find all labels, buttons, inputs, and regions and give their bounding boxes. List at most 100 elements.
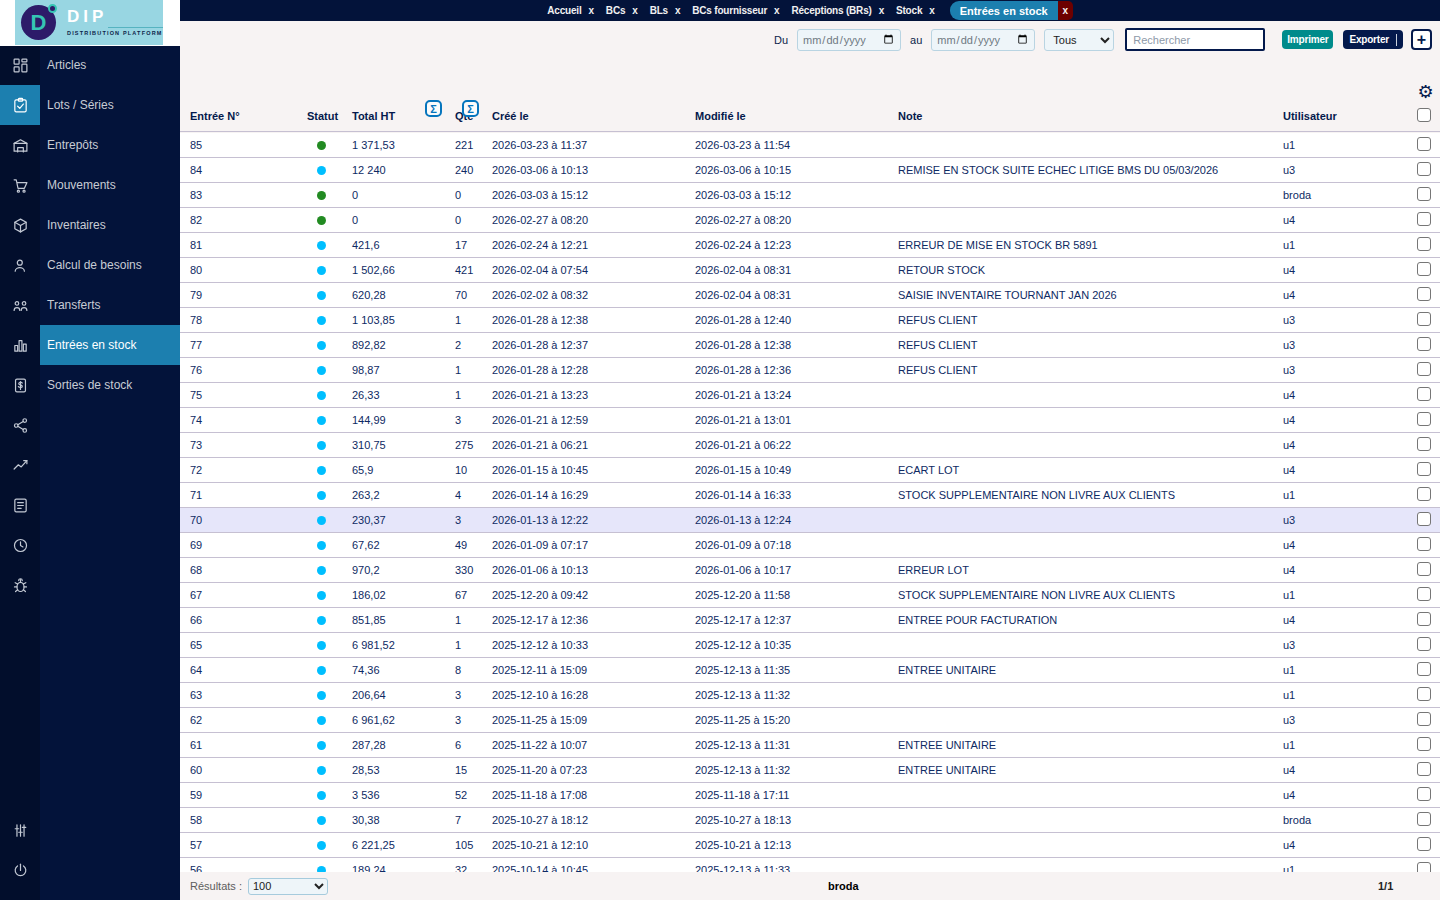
row-checkbox[interactable]	[1417, 287, 1431, 301]
tab-close-icon[interactable]: x	[675, 5, 680, 16]
row-checkbox[interactable]	[1417, 812, 1431, 826]
row-checkbox[interactable]	[1417, 512, 1431, 526]
sidebar-item[interactable]: Mouvements	[40, 165, 180, 205]
row-checkbox[interactable]	[1417, 687, 1431, 701]
print-button[interactable]: Imprimer	[1282, 30, 1333, 49]
sum-total-button[interactable]: Σ	[425, 100, 442, 117]
table-row[interactable]: 8412 2402402026-03-06 à 10:132026-03-06 …	[180, 158, 1440, 183]
sidebar-item[interactable]: Lots / Séries	[40, 85, 180, 125]
col-status[interactable]: Statut	[307, 110, 352, 122]
table-row[interactable]: 6967,62492026-01-09 à 07:172026-01-09 à …	[180, 533, 1440, 558]
table-row[interactable]: 66851,8512025-12-17 à 12:362025-12-17 à …	[180, 608, 1440, 633]
search-input[interactable]	[1125, 28, 1265, 51]
table-row[interactable]: 7526,3312026-01-21 à 13:232026-01-21 à 1…	[180, 383, 1440, 408]
table-row[interactable]: 70230,3732026-01-13 à 12:222026-01-13 à …	[180, 508, 1440, 533]
col-modified[interactable]: Modifié le	[695, 110, 898, 122]
type-select[interactable]: Tous	[1044, 29, 1114, 51]
row-checkbox[interactable]	[1417, 562, 1431, 576]
row-checkbox[interactable]	[1417, 637, 1431, 651]
add-button[interactable]: +	[1411, 29, 1432, 50]
row-checkbox[interactable]	[1417, 462, 1431, 476]
table-row[interactable]: 74144,9932026-01-21 à 12:592026-01-21 à …	[180, 408, 1440, 433]
tab-close-icon[interactable]: x	[588, 5, 593, 16]
row-checkbox[interactable]	[1417, 312, 1431, 326]
col-note[interactable]: Note	[898, 110, 1283, 122]
row-checkbox[interactable]	[1417, 662, 1431, 676]
tab[interactable]: Réceptions (BRs)x	[791, 5, 884, 16]
row-checkbox[interactable]	[1417, 762, 1431, 776]
select-all-checkbox[interactable]	[1417, 108, 1431, 122]
table-row[interactable]: 5830,3872025-10-27 à 18:122025-10-27 à 1…	[180, 808, 1440, 833]
tab[interactable]: BLsx	[650, 5, 681, 16]
tab[interactable]: Stockx	[896, 5, 935, 16]
row-checkbox[interactable]	[1417, 837, 1431, 851]
table-row[interactable]: 82002026-02-27 à 08:202026-02-27 à 08:20…	[180, 208, 1440, 233]
tab[interactable]: BCs fournisseurx	[692, 5, 779, 16]
settings-icon[interactable]	[0, 810, 40, 850]
row-checkbox[interactable]	[1417, 187, 1431, 201]
history-icon[interactable]	[0, 525, 40, 565]
tab-close-icon[interactable]: x	[879, 5, 884, 16]
table-row[interactable]: 6028,53152025-11-20 à 07:232025-12-13 à …	[180, 758, 1440, 783]
row-checkbox[interactable]	[1417, 612, 1431, 626]
row-checkbox[interactable]	[1417, 387, 1431, 401]
table-row[interactable]: 801 502,664212026-02-04 à 07:542026-02-0…	[180, 258, 1440, 283]
row-checkbox[interactable]	[1417, 537, 1431, 551]
col-created[interactable]: Créé le	[492, 110, 695, 122]
transfers-icon[interactable]	[0, 285, 40, 325]
sidebar-item[interactable]: Calcul de besoins	[40, 245, 180, 285]
table-row[interactable]: 656 981,5212025-12-12 à 10:332025-12-12 …	[180, 633, 1440, 658]
date-to-input[interactable]	[931, 29, 1035, 51]
sidebar-item[interactable]: Inventaires	[40, 205, 180, 245]
table-row[interactable]: 6474,3682025-12-11 à 15:092025-12-13 à 1…	[180, 658, 1440, 683]
table-row[interactable]: 73310,752752026-01-21 à 06:212026-01-21 …	[180, 433, 1440, 458]
tab-active[interactable]: Entrées en stockx	[950, 1, 1073, 20]
row-checkbox[interactable]	[1417, 737, 1431, 751]
table-row[interactable]: 851 371,532212026-03-23 à 11:372026-03-2…	[180, 133, 1440, 158]
package-icon[interactable]	[0, 205, 40, 245]
tab-close-icon[interactable]: x	[929, 5, 934, 16]
row-checkbox[interactable]	[1417, 437, 1431, 451]
table-row[interactable]: 781 103,8512026-01-28 à 12:382026-01-28 …	[180, 308, 1440, 333]
tab[interactable]: Accueilx	[547, 5, 594, 16]
sidebar-item[interactable]: Entrées en stock	[40, 325, 180, 365]
row-checkbox[interactable]	[1417, 162, 1431, 176]
cart-icon[interactable]	[0, 165, 40, 205]
col-user[interactable]: Utilisateur	[1283, 110, 1410, 122]
row-checkbox[interactable]	[1417, 712, 1431, 726]
table-row[interactable]: 593 536522025-11-18 à 17:082025-11-18 à …	[180, 783, 1440, 808]
lots-icon[interactable]	[0, 85, 40, 125]
sidebar-item[interactable]: Articles	[40, 45, 180, 85]
table-row[interactable]: 83002026-03-03 à 15:122026-03-03 à 15:12…	[180, 183, 1440, 208]
power-icon[interactable]	[0, 850, 40, 890]
warehouse-icon[interactable]	[0, 125, 40, 165]
gear-icon[interactable]: ⚙	[1416, 82, 1435, 101]
sidebar-item[interactable]: Transferts	[40, 285, 180, 325]
table-row[interactable]: 7265,9102026-01-15 à 10:452026-01-15 à 1…	[180, 458, 1440, 483]
row-checkbox[interactable]	[1417, 212, 1431, 226]
tab-close-icon[interactable]: x	[1058, 1, 1073, 20]
row-checkbox[interactable]	[1417, 262, 1431, 276]
stats-icon[interactable]	[0, 325, 40, 365]
export-button[interactable]: Exporter	[1343, 30, 1403, 49]
table-row[interactable]: 79620,28702026-02-02 à 08:322026-02-04 à…	[180, 283, 1440, 308]
sidebar-item[interactable]: Sorties de stock	[40, 365, 180, 405]
row-checkbox[interactable]	[1417, 137, 1431, 151]
table-row[interactable]: 77892,8222026-01-28 à 12:372026-01-28 à …	[180, 333, 1440, 358]
trend-icon[interactable]	[0, 445, 40, 485]
reports-icon[interactable]	[0, 485, 40, 525]
tab[interactable]: BCsx	[606, 5, 638, 16]
tab-close-icon[interactable]: x	[774, 5, 779, 16]
row-checkbox[interactable]	[1417, 487, 1431, 501]
table-row[interactable]: 63206,6432025-12-10 à 16:282025-12-13 à …	[180, 683, 1440, 708]
customers-icon[interactable]	[0, 245, 40, 285]
debug-icon[interactable]	[0, 565, 40, 605]
table-row[interactable]: 7698,8712026-01-28 à 12:282026-01-28 à 1…	[180, 358, 1440, 383]
tab-close-icon[interactable]: x	[632, 5, 637, 16]
date-from-input[interactable]	[797, 29, 901, 51]
sidebar-item[interactable]: Entrepôts	[40, 125, 180, 165]
table-row[interactable]: 81421,6172026-02-24 à 12:212026-02-24 à …	[180, 233, 1440, 258]
table-row[interactable]: 61287,2862025-11-22 à 10:072025-12-13 à …	[180, 733, 1440, 758]
page-size-select[interactable]: 100	[248, 878, 328, 895]
table-row[interactable]: 67186,02672025-12-20 à 09:422025-12-20 à…	[180, 583, 1440, 608]
